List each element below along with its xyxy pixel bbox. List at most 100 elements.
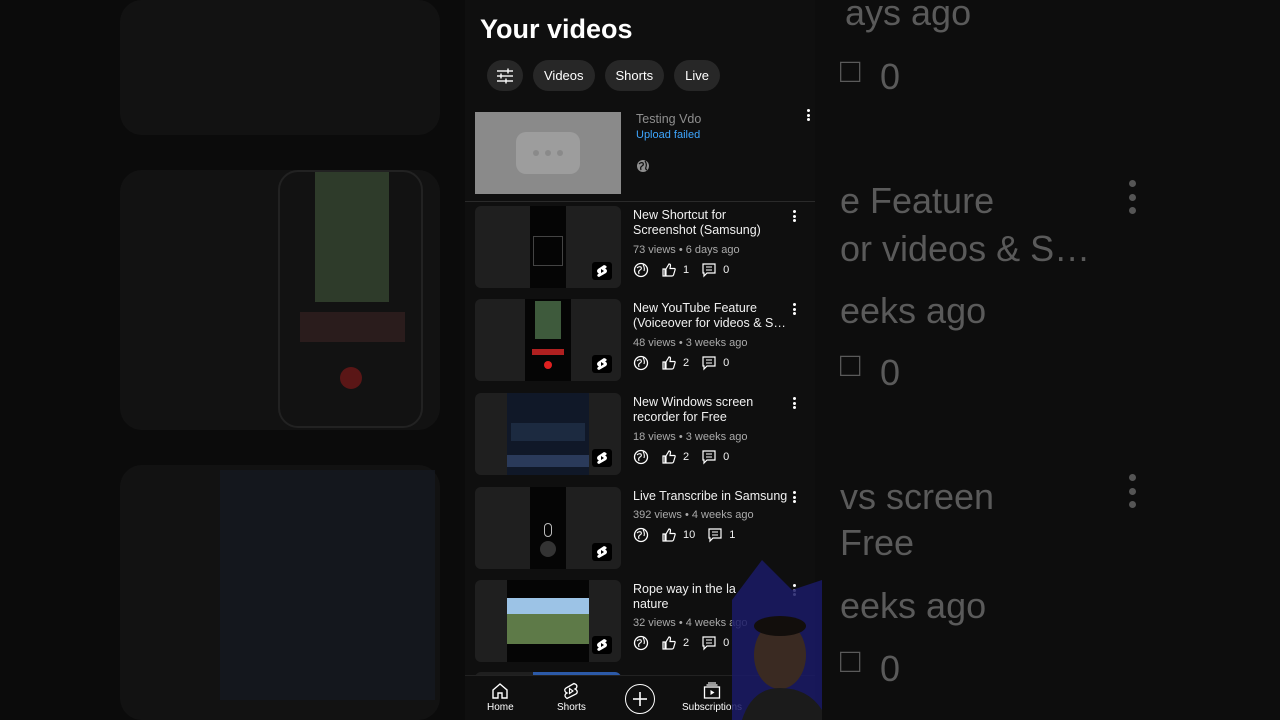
like-count: 2 — [683, 357, 690, 369]
nav-shorts-label: Shorts — [557, 702, 586, 713]
shorts-icon — [597, 358, 607, 370]
video-stats: 1 0 — [633, 262, 729, 278]
shorts-icon — [597, 265, 607, 277]
ghost-text: eeks ago — [840, 290, 987, 331]
chip-shorts[interactable]: Shorts — [604, 60, 665, 91]
globe-icon — [633, 635, 649, 651]
ghost-kebab-icon — [1129, 180, 1137, 214]
failed-upload-item[interactable]: Testing Vdo Upload failed — [475, 109, 810, 194]
nav-shorts[interactable]: Shorts — [557, 682, 586, 713]
video-title: Live Transcribe in Samsung — [633, 489, 788, 503]
like-icon — [662, 636, 676, 650]
globe-icon — [633, 527, 649, 543]
nav-home[interactable]: Home — [487, 682, 514, 713]
video-meta: 73 views • 6 days ago — [633, 244, 740, 256]
video-stats: 2 0 — [633, 355, 729, 371]
ghost-settings-card — [120, 0, 440, 135]
comment-icon — [708, 528, 722, 543]
like-count: 10 — [683, 529, 696, 541]
like-icon — [662, 528, 676, 542]
placeholder-icon — [516, 132, 580, 174]
video-thumbnail — [475, 299, 621, 381]
comment-count: 0 — [723, 264, 730, 276]
video-title: New Windows screen recorder for Free — [633, 395, 754, 424]
video-thumbnail — [475, 487, 621, 569]
video-meta: 18 views • 3 weeks ago — [633, 431, 748, 443]
comment-icon: □ — [840, 52, 861, 90]
sliders-icon — [497, 68, 513, 83]
like-icon — [662, 450, 676, 464]
shorts-badge — [592, 355, 612, 373]
failed-video-title: Testing Vdo — [636, 112, 702, 126]
video-meta: 32 views • 4 weeks ago — [633, 617, 748, 629]
ghost-text: Free — [840, 522, 915, 563]
comment-icon — [702, 450, 716, 465]
ghost-text: e Feature — [840, 180, 995, 221]
background-right: ays ago □ 0 e Feature or videos & S… eek… — [815, 0, 1280, 720]
video-thumbnail — [475, 393, 621, 475]
comment-icon — [702, 263, 716, 278]
ghost-text: 0 — [880, 56, 901, 97]
ghost-phone — [278, 170, 423, 428]
comment-count: 1 — [729, 529, 736, 541]
globe-icon — [633, 355, 649, 371]
page-title: Your videos — [480, 14, 633, 44]
video-item[interactable]: New Windows screen recorder for Free 18 v… — [475, 393, 805, 475]
presenter-overlay — [732, 560, 822, 720]
shorts-icon — [597, 639, 607, 651]
globe-icon — [633, 262, 649, 278]
ghost-text: eeks ago — [840, 585, 987, 626]
video-meta: 48 views • 3 weeks ago — [633, 337, 748, 349]
more-options-icon[interactable] — [801, 107, 815, 123]
more-options-icon[interactable] — [787, 301, 801, 317]
video-stats: 2 0 — [633, 449, 729, 465]
background-left — [0, 0, 465, 720]
ghost-text: or videos & S… — [840, 228, 1091, 269]
home-icon — [492, 683, 509, 699]
comment-icon — [702, 636, 716, 651]
upload-status: Upload failed — [636, 129, 701, 141]
comment-icon: □ — [840, 346, 861, 384]
chip-live[interactable]: Live — [674, 60, 720, 91]
more-options-icon[interactable] — [787, 395, 801, 411]
comment-count: 0 — [723, 357, 730, 369]
chip-videos[interactable]: Videos — [533, 60, 595, 91]
filter-chips: Videos Shorts Live — [487, 60, 720, 91]
shorts-badge — [592, 543, 612, 561]
like-icon — [662, 356, 676, 370]
video-stats: 2 0 — [633, 635, 729, 651]
globe-icon — [633, 449, 649, 465]
comment-icon — [702, 356, 716, 371]
comment-icon: □ — [840, 642, 861, 680]
video-stats: 10 1 — [633, 527, 735, 543]
ghost-kebab-icon — [1129, 474, 1137, 508]
more-options-icon[interactable] — [787, 208, 801, 224]
subscriptions-icon — [703, 682, 721, 699]
create-button[interactable] — [625, 684, 655, 714]
shorts-icon — [597, 546, 607, 558]
ghost-windows-screen — [220, 470, 435, 700]
divider — [465, 201, 815, 202]
video-item[interactable]: New Shortcut for Screenshot (Samsung) 73 … — [475, 206, 805, 288]
shorts-icon — [597, 452, 607, 464]
plus-icon — [633, 692, 647, 706]
video-title: New YouTube Feature (Voiceover for videos… — [633, 301, 786, 330]
more-options-icon[interactable] — [787, 489, 801, 505]
comment-count: 0 — [723, 637, 730, 649]
shorts-badge — [592, 449, 612, 467]
shorts-icon — [564, 682, 579, 700]
ghost-text: ays ago — [845, 0, 972, 33]
globe-icon — [637, 160, 649, 172]
filter-button[interactable] — [487, 60, 523, 91]
like-count: 2 — [683, 637, 690, 649]
shorts-badge — [592, 636, 612, 654]
video-item[interactable]: Live Transcribe in Samsung 392 views • 4… — [475, 487, 805, 569]
video-thumbnail — [475, 206, 621, 288]
like-icon — [662, 263, 676, 277]
like-count: 1 — [683, 264, 690, 276]
nav-home-label: Home — [487, 702, 514, 713]
ghost-text: 0 — [880, 352, 901, 393]
video-thumbnail — [475, 580, 621, 662]
video-meta: 392 views • 4 weeks ago — [633, 509, 754, 521]
video-item[interactable]: New YouTube Feature (Voiceover for videos… — [475, 299, 805, 381]
